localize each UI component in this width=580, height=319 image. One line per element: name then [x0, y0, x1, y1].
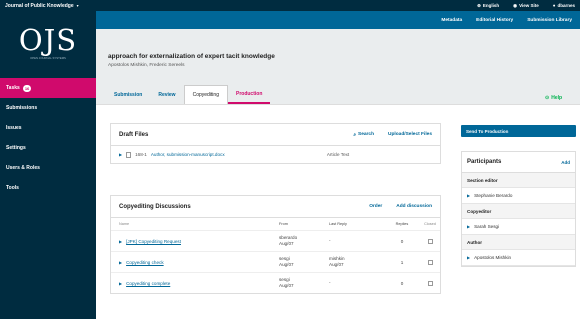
participant-item[interactable]: ▶ Sarah Sesgi: [462, 219, 575, 235]
draft-files-title: Draft Files: [119, 131, 149, 138]
user-menu[interactable]: ● dbarnes: [553, 3, 575, 9]
submission-authors: Apostolos Mishkin, Frederic Sereels: [108, 63, 185, 68]
ojs-logo[interactable]: OJS OPEN JOURNAL SYSTEMS: [0, 11, 96, 74]
column-from: From: [279, 222, 288, 226]
sidebar-item-submissions[interactable]: Submissions: [0, 98, 96, 118]
metadata-button[interactable]: Metadata: [441, 18, 462, 23]
table-row: ▶ [JPK] Copyediting Request sberardo Aug/0…: [111, 230, 440, 251]
table-row: ▶ Copyediting check sesgi Aug/07 mishkin Au…: [111, 251, 440, 272]
tab-production[interactable]: Production: [227, 85, 271, 104]
site-switcher[interactable]: Journal of Public Knowledge: [5, 3, 74, 9]
sidebar-item-tasks[interactable]: Tasks 16: [0, 78, 96, 98]
discussion-from: sberardo: [279, 235, 298, 240]
discussion-from: sesgi: [279, 256, 290, 261]
search-button[interactable]: ⌕ Search: [353, 132, 374, 138]
submission-title: approach for externalization of expert t…: [108, 53, 275, 60]
logo-text: OJS: [18, 22, 78, 57]
expand-arrow-icon: ▶: [467, 255, 471, 260]
sidebar-item-tools[interactable]: Tools: [0, 178, 96, 198]
discussion-from: sesgi: [279, 277, 290, 282]
upload-select-files-button[interactable]: Upload/Select Files: [388, 132, 432, 138]
order-button[interactable]: Order: [369, 204, 382, 209]
column-replies: Replies: [395, 222, 409, 226]
discussion-link[interactable]: [JPK] Copyediting Request: [126, 239, 181, 244]
copyediting-discussions-panel: Copyediting Discussions Order Add discus…: [110, 195, 441, 294]
discussion-last-reply: -: [329, 238, 331, 243]
sidebar-item-issues[interactable]: Issues: [0, 118, 96, 138]
expand-arrow-icon[interactable]: ▶: [119, 281, 122, 286]
add-discussion-button[interactable]: Add discussion: [396, 204, 432, 209]
tab-review[interactable]: Review: [150, 85, 183, 104]
tab-submission[interactable]: Submission: [106, 85, 150, 104]
closed-checkbox[interactable]: [427, 280, 433, 286]
discussion-last-reply: mishkin: [329, 256, 345, 261]
workflow-tabs: Submission Review Copyediting Production: [106, 85, 271, 104]
submission-title-area: approach for externalization of expert t…: [96, 29, 580, 84]
submission-library-button[interactable]: Submission Library: [527, 18, 572, 23]
discussions-column-headers: Name From Last Reply Replies Closed: [111, 218, 440, 230]
expand-arrow-icon[interactable]: ▶: [119, 260, 122, 265]
draft-files-panel: Draft Files ⌕ Search Upload/Select Files …: [110, 123, 441, 164]
expand-arrow-icon: ▶: [467, 224, 471, 229]
discussion-from-date: Aug/07: [279, 283, 294, 288]
tasks-count-badge: 16: [22, 84, 32, 92]
copyediting-panel: Draft Files ⌕ Search Upload/Select Files …: [96, 104, 580, 319]
expand-arrow-icon[interactable]: ▶: [119, 152, 122, 157]
expand-arrow-icon[interactable]: ▶: [119, 239, 122, 244]
top-bar: Journal of Public Knowledge ▾ ⊕ English ◉…: [0, 0, 580, 11]
participant-item[interactable]: ▶ Apostolos Mishkin: [462, 250, 575, 266]
discussion-replies: 0: [400, 238, 404, 244]
discussion-link[interactable]: Copyediting check: [126, 260, 164, 265]
discussion-last-reply: -: [329, 280, 331, 285]
help-icon: ⊙: [545, 95, 550, 101]
column-closed: Closed: [424, 222, 436, 226]
logo-tagline: OPEN JOURNAL SYSTEMS: [30, 55, 66, 60]
discussion-last-date: Aug/07: [329, 262, 344, 267]
submission-header-bar: Metadata Editorial History Submission Li…: [96, 11, 580, 29]
eye-icon: ◉: [513, 2, 518, 8]
sidebar: OJS OPEN JOURNAL SYSTEMS Tasks 16 Submis…: [0, 11, 96, 319]
participants-title: Participants: [467, 159, 502, 165]
sidebar-item-users-roles[interactable]: Users & Roles: [0, 158, 96, 178]
editorial-history-button[interactable]: Editorial History: [476, 18, 513, 23]
help-button[interactable]: ⊙ Help: [545, 95, 562, 101]
discussion-replies: 1: [400, 259, 404, 265]
search-icon: ⌕: [353, 132, 356, 138]
column-last-reply: Last Reply: [329, 222, 347, 226]
participant-role: Copyeditor: [462, 204, 575, 219]
view-site-link[interactable]: ◉ View Site: [513, 3, 539, 9]
file-icon: [126, 151, 132, 158]
discussion-link[interactable]: Copyediting complete: [126, 281, 170, 286]
tab-copyediting[interactable]: Copyediting: [183, 85, 228, 104]
caret-down-icon: ▾: [76, 3, 79, 8]
table-row: ▶ Copyediting complete sesgi Aug/07 - 0: [111, 272, 440, 293]
file-row: ▶ 168-1 Author, submission-manuscript.do…: [111, 146, 440, 163]
language-menu[interactable]: ⊕ English: [477, 3, 499, 9]
column-name: Name: [119, 222, 130, 226]
participant-role: Section editor: [462, 173, 575, 188]
closed-checkbox[interactable]: [427, 238, 433, 244]
add-participant-button[interactable]: Add: [561, 160, 570, 165]
sidebar-item-settings[interactable]: Settings: [0, 138, 96, 158]
discussions-title: Copyediting Discussions: [119, 203, 191, 210]
user-icon: ●: [552, 3, 556, 8]
participants-panel: Participants Add Section editor ▶ Stephan…: [461, 151, 576, 267]
participant-item[interactable]: ▶ Stephanie Berardo: [462, 188, 575, 204]
participant-role: Author: [462, 235, 575, 250]
file-genre: Article Text: [326, 152, 350, 157]
discussion-replies: 0: [400, 280, 404, 286]
file-id: 168-1: [135, 152, 147, 157]
discussion-from-date: Aug/07: [279, 241, 294, 246]
discussion-from-date: Aug/07: [279, 262, 294, 267]
file-name-link[interactable]: Author, submission-manuscript.docx: [151, 152, 327, 157]
globe-icon: ⊕: [477, 2, 481, 8]
expand-arrow-icon: ▶: [467, 193, 471, 198]
closed-checkbox[interactable]: [427, 259, 433, 265]
send-to-production-button[interactable]: Send To Production: [461, 125, 576, 137]
